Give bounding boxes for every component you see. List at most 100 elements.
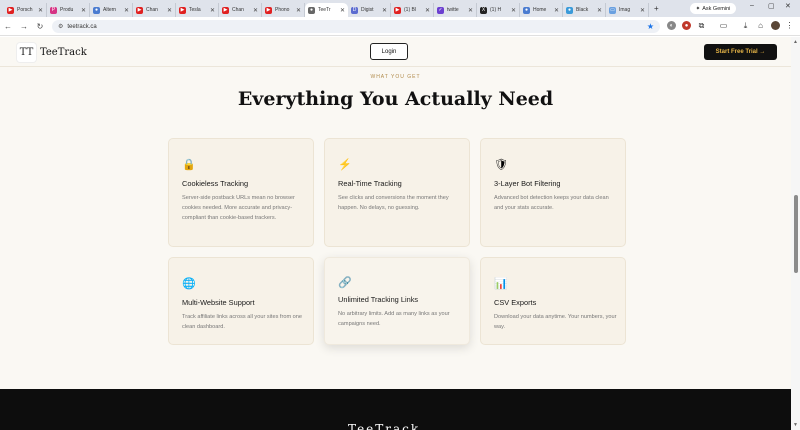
tab-close-icon[interactable]: ✕ xyxy=(382,7,387,14)
feature-title: Cookieless Tracking xyxy=(182,179,249,188)
browser-tab-bar: ▶ Porsch ✕ P Produ ✕ ● Altern ✕ ▶ Chan ✕ ▶ Tesla ✕ ▶ Cha… xyxy=(0,0,800,17)
back-icon[interactable]: ← xyxy=(0,22,16,31)
browser-tab[interactable]: ▶ Chan ✕ xyxy=(219,3,262,17)
tab-favicon-icon: ● xyxy=(93,6,100,14)
tab-close-icon[interactable]: ✕ xyxy=(425,7,430,14)
sparkle-icon: ✦ xyxy=(695,5,701,12)
close-window-icon[interactable]: ✕ xyxy=(785,2,791,10)
tab-label: Chan xyxy=(232,7,244,13)
browser-tab[interactable]: ▶ Tesla ✕ xyxy=(176,3,219,17)
feature-description: Download your data anytime. Your numbers… xyxy=(494,314,617,330)
tab-label: Produ xyxy=(60,7,74,13)
link-icon: 🔗 xyxy=(338,276,352,289)
browser-tab[interactable]: ▭ Imag ✕ xyxy=(606,3,649,17)
tab-favicon-icon: ● xyxy=(566,6,573,14)
menu-icon[interactable]: ⋮ xyxy=(785,21,794,30)
tab-close-icon[interactable]: ✕ xyxy=(511,7,516,14)
site-header: TT TeeTrack Login Start Free Trial → xyxy=(0,37,791,67)
reload-icon[interactable]: ↻ xyxy=(32,22,48,31)
browser-tab[interactable]: ● Black ✕ xyxy=(563,3,606,17)
forward-icon[interactable]: → xyxy=(16,22,32,31)
tab-close-icon[interactable]: ✕ xyxy=(81,7,86,14)
tab-close-icon[interactable]: ✕ xyxy=(340,7,345,14)
scroll-down-icon[interactable]: ▼ xyxy=(793,422,798,428)
profile-avatar[interactable] xyxy=(771,21,780,30)
feature-card: 📊 CSV Exports Download your data anytime. … xyxy=(480,257,626,345)
tab-close-icon[interactable]: ✕ xyxy=(38,7,43,14)
browser-tab[interactable]: ✓ twitte ✕ xyxy=(434,3,477,17)
browser-tab[interactable]: ● Altern ✕ xyxy=(90,3,133,17)
scrollbar-thumb[interactable] xyxy=(794,195,798,273)
feature-title: CSV Exports xyxy=(494,298,537,307)
footer-logo: TeeTrack xyxy=(348,422,421,430)
new-tab-button[interactable]: + xyxy=(654,4,659,13)
lightning-icon: ⚡ xyxy=(338,158,352,171)
maximize-icon[interactable]: ▢ xyxy=(768,2,775,10)
tab-favicon-icon: ▶ xyxy=(179,6,186,14)
browser-tab[interactable]: ▶ Porsch ✕ xyxy=(4,3,47,17)
bookmark-star-icon[interactable]: ★ xyxy=(647,22,654,31)
login-button[interactable]: Login xyxy=(370,43,408,60)
feature-title: Multi-Website Support xyxy=(182,298,255,307)
tab-label: Tesla xyxy=(189,7,201,13)
tab-close-icon[interactable]: ✕ xyxy=(124,7,129,14)
extensions-puzzle-icon[interactable]: ⧉ xyxy=(697,21,706,30)
url-text: teetrack.ca xyxy=(67,23,97,30)
extension-icon[interactable]: ◐ xyxy=(667,21,676,30)
share-icon[interactable]: ⌂ xyxy=(756,21,765,30)
tab-label: Black xyxy=(576,7,589,13)
tab-close-icon[interactable]: ✕ xyxy=(296,7,301,14)
tab-close-icon[interactable]: ✕ xyxy=(554,7,559,14)
start-free-trial-button[interactable]: Start Free Trial → xyxy=(704,44,777,60)
browser-tab[interactable]: ▶ Chan ✕ xyxy=(133,3,176,17)
browser-tab[interactable]: ▶ Phono ✕ xyxy=(262,3,305,17)
bar-chart-icon: 📊 xyxy=(494,277,508,290)
feature-title: 3-Layer Bot Filtering xyxy=(494,179,561,188)
feature-description: Server-side postback URLs mean no browse… xyxy=(182,195,295,221)
ask-gemini-button[interactable]: ✦ Ask Gemini xyxy=(690,3,736,14)
feature-description: No arbitrary limits. Add as many links a… xyxy=(338,311,450,327)
tab-favicon-icon: ▶ xyxy=(394,6,401,14)
tab-close-icon[interactable]: ✕ xyxy=(468,7,473,14)
feature-card: ⚡ Real-Time Tracking See clicks and conver… xyxy=(324,138,470,247)
browser-tab[interactable]: ● Home ✕ xyxy=(520,3,563,17)
tab-favicon-icon: P xyxy=(50,6,57,14)
tab-label: Imag xyxy=(619,7,631,13)
tab-favicon-icon: ● xyxy=(308,6,315,14)
minimize-icon[interactable]: – xyxy=(750,2,754,9)
scroll-up-icon[interactable]: ▲ xyxy=(793,39,798,45)
site-footer: TeeTrack xyxy=(0,389,791,430)
web-page: TT TeeTrack Login Start Free Trial → WHA… xyxy=(0,37,791,430)
feature-card: 🌐 Multi-Website Support Track affiliate li… xyxy=(168,257,314,345)
feature-card: 🔗 Unlimited Tracking Links No arbitrary li… xyxy=(324,257,470,345)
browser-tab[interactable]: P Produ ✕ xyxy=(47,3,90,17)
section-eyebrow: WHAT YOU GET xyxy=(370,74,421,80)
site-info-icon[interactable]: ⚙ xyxy=(58,23,63,30)
url-input[interactable]: ⚙ teetrack.ca ★ xyxy=(52,20,660,33)
tab-close-icon[interactable]: ✕ xyxy=(640,7,645,14)
globe-icon: 🌐 xyxy=(182,277,196,290)
tab-favicon-icon: ✓ xyxy=(437,6,444,14)
browser-tab[interactable]: ● TeeTr ✕ xyxy=(305,3,348,17)
brand-name: TeeTrack xyxy=(40,47,87,58)
feature-title: Unlimited Tracking Links xyxy=(338,295,419,304)
browser-tab[interactable]: ▶ (1) Bl ✕ xyxy=(391,3,434,17)
feature-description: See clicks and conversions the moment th… xyxy=(338,195,449,211)
tab-label: Altern xyxy=(103,7,117,13)
browser-tab[interactable]: X (1) H ✕ xyxy=(477,3,520,17)
tab-favicon-icon: ● xyxy=(523,6,530,14)
tab-close-icon[interactable]: ✕ xyxy=(597,7,602,14)
page-scrollbar[interactable]: ▲ ▼ xyxy=(791,37,800,430)
site-logo[interactable]: TT TeeTrack xyxy=(17,43,87,62)
sidebar-icon[interactable]: ▭ xyxy=(719,21,728,30)
tab-label: Porsch xyxy=(17,7,33,13)
browser-tab[interactable]: D Digist ✕ xyxy=(348,3,391,17)
tab-close-icon[interactable]: ✕ xyxy=(167,7,172,14)
tab-close-icon[interactable]: ✕ xyxy=(253,7,258,14)
download-icon[interactable]: ⤓ xyxy=(741,21,750,30)
extension-red-icon[interactable]: ● xyxy=(682,21,691,30)
section-headline: Everything You Actually Need xyxy=(237,88,554,110)
tab-favicon-icon: ▶ xyxy=(7,6,14,14)
shield-icon: 🛡 xyxy=(494,158,508,171)
tab-close-icon[interactable]: ✕ xyxy=(210,7,215,14)
